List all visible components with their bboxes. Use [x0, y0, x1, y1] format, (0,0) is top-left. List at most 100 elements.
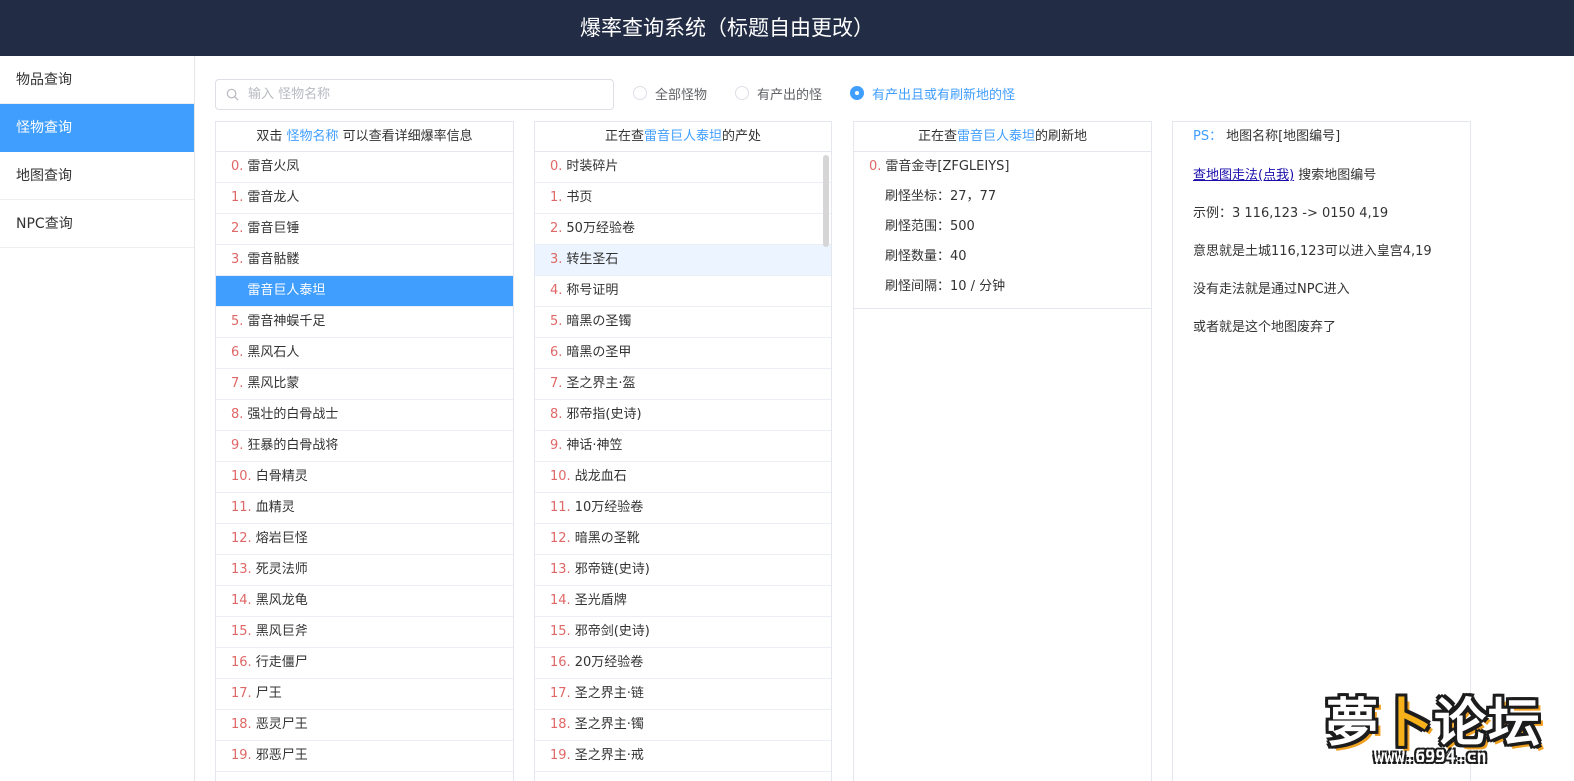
- watermark-logo-word: 夢卜论坛: [1326, 694, 1543, 754]
- item-index: 5.: [550, 314, 563, 329]
- filter-label: 全部怪物: [655, 87, 708, 103]
- monster-list-item[interactable]: 18. 恶灵尸王: [216, 710, 513, 741]
- monster-list-item[interactable]: 9. 狂暴的白骨战将: [216, 431, 513, 462]
- filter-label: 有产出且或有刷新地的怪: [872, 87, 1016, 103]
- monster-list-item[interactable]: 1. 雷音龙人: [216, 183, 513, 214]
- monster-list-item[interactable]: 10. 白骨精灵: [216, 462, 513, 493]
- spawn-map: 0. 雷音金寺[ZFGLEIYS]: [854, 152, 1151, 182]
- drop-list-item[interactable]: 12. 暗黑の圣靴: [535, 524, 831, 555]
- item-name: 神话·神笠: [566, 438, 623, 453]
- drop-list-item[interactable]: 4. 称号证明: [535, 276, 831, 307]
- drop-list-item[interactable]: 6. 暗黑の圣甲: [535, 338, 831, 369]
- drop-list-item[interactable]: 0. 时装碎片: [535, 152, 831, 183]
- sidebar-item-monsters[interactable]: 怪物查询: [0, 104, 194, 152]
- item-name: 50万经验卷: [566, 221, 635, 236]
- item-name: 书页: [566, 190, 593, 205]
- drop-list-item[interactable]: 5. 暗黑の圣镯: [535, 307, 831, 338]
- filter-with-drops-or-spawns[interactable]: 有产出且或有刷新地的怪: [850, 84, 1015, 103]
- radio-checked-icon[interactable]: [850, 86, 865, 100]
- monster-list-item[interactable]: 11. 血精灵: [216, 493, 513, 524]
- sidebar-item-npc[interactable]: NPC查询: [0, 200, 194, 248]
- item-index: 9.: [231, 438, 244, 453]
- item-name: 恶灵尸王: [255, 717, 308, 732]
- ps-text: 地图名称[地图编号]: [1226, 129, 1341, 144]
- monster-list-item[interactable]: 0. 雷音火凤: [216, 152, 513, 183]
- drop-list-item[interactable]: 3. 转生圣石: [535, 245, 831, 276]
- item-index: 4.: [231, 283, 244, 298]
- spawn-index: 0.: [869, 159, 882, 174]
- item-name: 圣之界主·镯: [574, 717, 644, 732]
- drop-list-item[interactable]: 11. 10万经验卷: [535, 493, 831, 524]
- monster-list-item[interactable]: 14. 黑风龙龟: [216, 586, 513, 617]
- item-index: 4.: [550, 283, 563, 298]
- sidebar-item-maps[interactable]: 地图查询: [0, 152, 194, 200]
- item-index: 19.: [550, 748, 571, 763]
- header-prefix: 双击: [256, 129, 283, 144]
- item-name: 黑风龙龟: [255, 593, 308, 608]
- monster-list-item[interactable]: 12. 熔岩巨怪: [216, 524, 513, 555]
- drop-list-item[interactable]: 1. 书页: [535, 183, 831, 214]
- drop-list-item[interactable]: 13. 邪帝链(史诗): [535, 555, 831, 586]
- header-highlight: 雷音巨人泰坦: [643, 129, 722, 144]
- spawn-interval: 刷怪间隔：10 / 分钟: [885, 279, 1006, 294]
- item-name: 雷音巨锤: [247, 221, 300, 236]
- item-name: 雷音骷髅: [247, 252, 300, 267]
- drop-list-item[interactable]: 2. 50万经验卷: [535, 214, 831, 245]
- info-abandoned: 或者就是这个地图废弃了: [1193, 320, 1337, 335]
- radio-icon[interactable]: [735, 86, 750, 100]
- item-index: 2.: [550, 221, 563, 236]
- drop-list-item[interactable]: 8. 邪帝指(史诗): [535, 400, 831, 431]
- monster-list-item[interactable]: 4. 雷音巨人泰坦: [216, 276, 513, 307]
- monster-list-item[interactable]: 5. 雷音神蜈千足: [216, 307, 513, 338]
- item-index: 2.: [231, 221, 244, 236]
- item-name: 雷音龙人: [247, 190, 300, 205]
- item-index: 19.: [231, 748, 252, 763]
- monster-list-item[interactable]: 13. 死灵法师: [216, 555, 513, 586]
- monster-list-item[interactable]: 16. 行走僵尸: [216, 648, 513, 679]
- item-name: 血精灵: [255, 500, 295, 515]
- drop-list-item[interactable]: 17. 圣之界主·链: [535, 679, 831, 710]
- monster-list-item[interactable]: 15. 黑风巨斧: [216, 617, 513, 648]
- item-index: 14.: [231, 593, 252, 608]
- item-name: 暗黑の圣靴: [574, 531, 640, 546]
- item-name: 圣光盾牌: [574, 593, 627, 608]
- info-no-route: 没有走法就是通过NPC进入: [1193, 282, 1350, 297]
- monster-list-item[interactable]: 7. 黑风比蒙: [216, 369, 513, 400]
- drop-list-item[interactable]: 7. 圣之界主·盔: [535, 369, 831, 400]
- monster-list-item[interactable]: 17. 尸王: [216, 679, 513, 710]
- item-name: 雷音巨人泰坦: [247, 283, 326, 298]
- map-route-link[interactable]: 查地图走法(点我): [1193, 168, 1294, 183]
- item-index: 10.: [550, 469, 571, 484]
- search-input[interactable]: [248, 80, 603, 109]
- drop-list-item[interactable]: 15. 邪帝剑(史诗): [535, 617, 831, 648]
- item-index: 12.: [231, 531, 252, 546]
- header-highlight: 怪物名称: [286, 129, 339, 144]
- drop-list-item[interactable]: 18. 圣之界主·镯: [535, 710, 831, 741]
- drop-list-item[interactable]: 10. 战龙血石: [535, 462, 831, 493]
- drop-list-item[interactable]: 16. 20万经验卷: [535, 648, 831, 679]
- drop-list-item[interactable]: 19. 圣之界主·戒: [535, 741, 831, 772]
- monster-list-item[interactable]: 6. 黑风石人: [216, 338, 513, 369]
- page-title: 爆率查询系统（标题自由更改）: [580, 16, 874, 40]
- monster-list-item[interactable]: 19. 邪恶尸王: [216, 741, 513, 772]
- monster-list-item[interactable]: 2. 雷音巨锤: [216, 214, 513, 245]
- drop-list-item[interactable]: 9. 神话·神笠: [535, 431, 831, 462]
- drop-list-panel: 正在查雷音巨人泰坦的产处 0. 时装碎片 1. 书页 2. 50万经验卷 3. 转生圣石 4. 称…: [534, 121, 832, 781]
- item-index: 0.: [550, 159, 563, 174]
- drop-list-item[interactable]: 14. 圣光盾牌: [535, 586, 831, 617]
- sidebar-item-items[interactable]: 物品查询: [0, 56, 194, 104]
- item-name: 白骨精灵: [255, 469, 308, 484]
- item-index: 9.: [550, 438, 563, 453]
- item-name: 雷音火凤: [247, 159, 300, 174]
- radio-icon[interactable]: [633, 86, 647, 100]
- monster-list-item[interactable]: 8. 强壮的白骨战士: [216, 400, 513, 431]
- filter-with-drops[interactable]: 有产出的怪: [735, 84, 822, 103]
- header-highlight: 雷音巨人泰坦: [956, 129, 1035, 144]
- monster-list-item[interactable]: 3. 雷音骷髅: [216, 245, 513, 276]
- spawn-entry[interactable]: 0. 雷音金寺[ZFGLEIYS] 刷怪坐标：27，77 刷怪范围：500 刷怪数…: [854, 152, 1151, 309]
- item-name: 死灵法师: [255, 562, 308, 577]
- watermark-site: www.6994.cn: [1374, 747, 1487, 767]
- drop-list-scrollbar[interactable]: [823, 155, 829, 247]
- filter-all-monsters[interactable]: 全部怪物: [633, 84, 707, 103]
- item-name: 战龙血石: [574, 469, 627, 484]
